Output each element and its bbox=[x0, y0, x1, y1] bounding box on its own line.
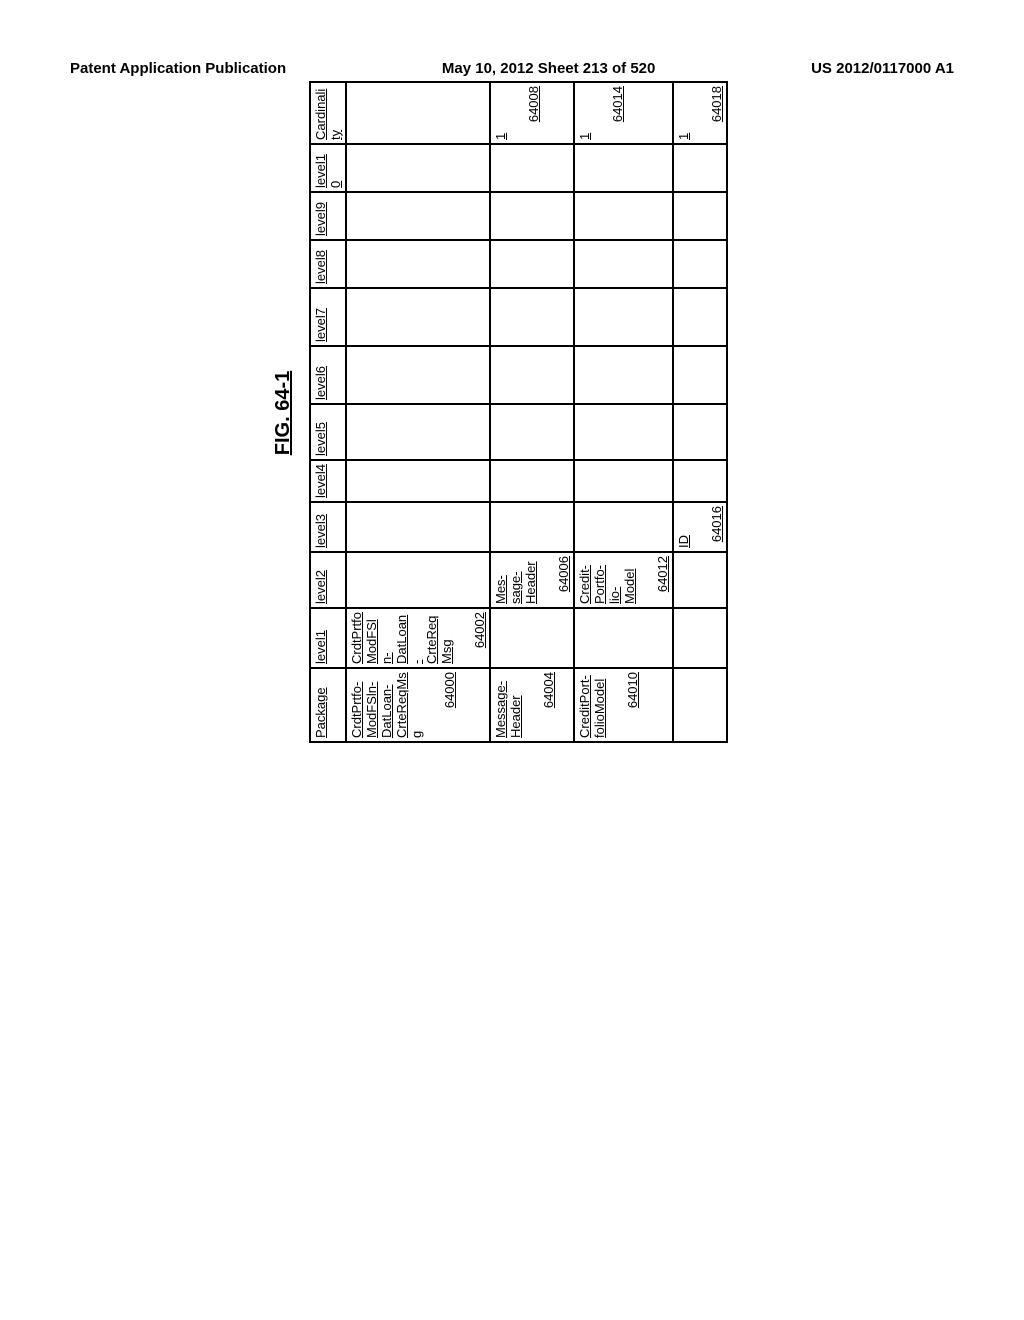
cell-level3 bbox=[346, 502, 490, 552]
col-level10: level10 bbox=[310, 144, 346, 192]
cell-level5 bbox=[574, 404, 673, 460]
cell-level8 bbox=[490, 240, 574, 288]
table-row: CrdtPrtfo-ModFSln-DatLoan-CrteReqMsg 640… bbox=[346, 82, 490, 742]
cell-label: Credit-Portfo-lio-Model bbox=[577, 556, 637, 604]
cell-level4 bbox=[490, 460, 574, 502]
cell-ref: 64008 bbox=[526, 86, 541, 140]
cell-level5 bbox=[346, 404, 490, 460]
cell-level6 bbox=[574, 346, 673, 404]
cell-ref: 64000 bbox=[442, 672, 457, 738]
col-level2: level2 bbox=[310, 552, 346, 608]
col-level6: level6 bbox=[310, 346, 346, 404]
cell-label: 1 bbox=[676, 86, 691, 140]
figure-title: FIG. 64-1 bbox=[272, 83, 295, 743]
table-row: Message-Header 64004 Mes-sage-Header 640… bbox=[490, 82, 574, 742]
cell-level8 bbox=[673, 240, 727, 288]
col-level9: level9 bbox=[310, 192, 346, 240]
cell-label: Mes-sage-Header bbox=[493, 556, 538, 604]
cell-level5 bbox=[490, 404, 574, 460]
cell-label: CrdtPrtfo-ModFSln-DatLoan-CrteReqMsg bbox=[349, 672, 424, 738]
cell-level3 bbox=[574, 502, 673, 552]
data-table: Package level1 level2 level3 level4 leve… bbox=[309, 81, 728, 743]
cell-ref: 64010 bbox=[625, 672, 640, 738]
col-level7: level7 bbox=[310, 288, 346, 346]
cell-level10 bbox=[574, 144, 673, 192]
cell-level2: Mes-sage-Header 64006 bbox=[490, 552, 574, 608]
page: Patent Application Publication May 10, 2… bbox=[0, 0, 1024, 1320]
cell-cardinality: 1 64014 bbox=[574, 82, 673, 144]
cell-level4 bbox=[574, 460, 673, 502]
table-row: CreditPort-folioModel 64010 Credit-Portf… bbox=[574, 82, 673, 742]
cell-cardinality: 1 64018 bbox=[673, 82, 727, 144]
cell-label: ID bbox=[676, 506, 691, 548]
cell-level2 bbox=[346, 552, 490, 608]
cell-label: CreditPort-folioModel bbox=[577, 672, 607, 738]
cell-ref: 64006 bbox=[556, 556, 571, 604]
col-level3: level3 bbox=[310, 502, 346, 552]
header-right: US 2012/0117000 A1 bbox=[811, 60, 954, 77]
cell-level1: CrdtPrtfoModFSln-DatLoan-CrteReqMsg 6400… bbox=[346, 608, 490, 668]
col-level5: level5 bbox=[310, 404, 346, 460]
cell-package bbox=[673, 668, 727, 742]
cell-level6 bbox=[673, 346, 727, 404]
header-left: Patent Application Publication bbox=[70, 60, 286, 77]
cell-level9 bbox=[490, 192, 574, 240]
col-level4: level4 bbox=[310, 460, 346, 502]
col-package: Package bbox=[310, 668, 346, 742]
cell-level2: Credit-Portfo-lio-Model 64012 bbox=[574, 552, 673, 608]
cell-level9 bbox=[346, 192, 490, 240]
cell-level8 bbox=[574, 240, 673, 288]
cell-cardinality bbox=[346, 82, 490, 144]
cell-cardinality: 1 64008 bbox=[490, 82, 574, 144]
cell-label: Message-Header bbox=[493, 672, 523, 738]
cell-package: CrdtPrtfo-ModFSln-DatLoan-CrteReqMsg 640… bbox=[346, 668, 490, 742]
cell-level1 bbox=[490, 608, 574, 668]
col-cardinality: Cardinality bbox=[310, 82, 346, 144]
cell-ref: 64016 bbox=[709, 506, 724, 548]
page-header: Patent Application Publication May 10, 2… bbox=[70, 60, 954, 77]
cell-level1 bbox=[673, 608, 727, 668]
table-header-row: Package level1 level2 level3 level4 leve… bbox=[310, 82, 346, 742]
cell-level5 bbox=[673, 404, 727, 460]
cell-level4 bbox=[673, 460, 727, 502]
cell-level8 bbox=[346, 240, 490, 288]
cell-ref: 64004 bbox=[541, 672, 556, 738]
cell-ref: 64002 bbox=[472, 612, 487, 664]
cell-level7 bbox=[346, 288, 490, 346]
col-level1: level1 bbox=[310, 608, 346, 668]
cell-ref: 64014 bbox=[610, 86, 625, 140]
figure-area: FIG. 64-1 Package level1 level2 level3 l… bbox=[272, 83, 728, 743]
cell-level3: ID 64016 bbox=[673, 502, 727, 552]
cell-label: 1 bbox=[577, 86, 592, 140]
cell-level9 bbox=[673, 192, 727, 240]
cell-label: 1 bbox=[493, 86, 508, 140]
cell-level7 bbox=[574, 288, 673, 346]
cell-level4 bbox=[346, 460, 490, 502]
cell-level10 bbox=[346, 144, 490, 192]
cell-level10 bbox=[673, 144, 727, 192]
cell-level1 bbox=[574, 608, 673, 668]
cell-level9 bbox=[574, 192, 673, 240]
cell-level6 bbox=[490, 346, 574, 404]
cell-package: Message-Header 64004 bbox=[490, 668, 574, 742]
col-level8: level8 bbox=[310, 240, 346, 288]
cell-level6 bbox=[346, 346, 490, 404]
cell-level10 bbox=[490, 144, 574, 192]
cell-ref: 64012 bbox=[655, 556, 670, 604]
cell-label: CrdtPrtfoModFSln-DatLoan-CrteReqMsg bbox=[349, 612, 454, 664]
cell-level3 bbox=[490, 502, 574, 552]
cell-package: CreditPort-folioModel 64010 bbox=[574, 668, 673, 742]
cell-level7 bbox=[490, 288, 574, 346]
table-row: ID 64016 1 64018 bbox=[673, 82, 727, 742]
cell-level2 bbox=[673, 552, 727, 608]
cell-ref: 64018 bbox=[709, 86, 724, 140]
header-center: May 10, 2012 Sheet 213 of 520 bbox=[442, 60, 655, 77]
cell-level7 bbox=[673, 288, 727, 346]
